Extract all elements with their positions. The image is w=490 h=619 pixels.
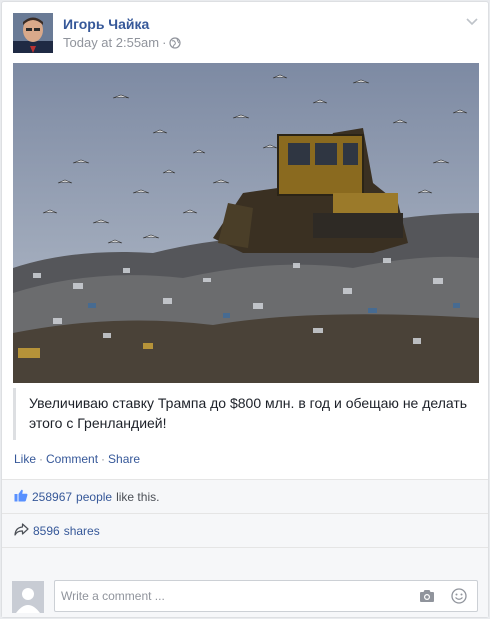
comment-box [54, 580, 478, 612]
likes-suffix: like this. [116, 490, 160, 504]
like-link[interactable]: Like [14, 452, 36, 466]
shares-section: 8596 shares [2, 513, 488, 547]
camera-icon[interactable] [419, 589, 435, 603]
timestamp[interactable]: Today at 2:55am [63, 35, 159, 50]
post-text: Увеличиваю ставку Трампа до $800 млн. в … [13, 388, 479, 440]
comment-input[interactable] [61, 581, 401, 611]
likes-section: 258967 people like this. [2, 479, 488, 513]
meta-separator: · [162, 35, 167, 50]
shares-label[interactable]: shares [64, 524, 100, 538]
post-photo[interactable] [13, 63, 479, 383]
globe-icon[interactable] [169, 36, 182, 49]
comment-section [2, 547, 488, 617]
commenter-avatar [12, 581, 44, 613]
thumbs-up-icon [14, 489, 28, 505]
likes-people[interactable]: people [76, 490, 112, 504]
share-link[interactable]: Share [108, 452, 140, 466]
post-meta: Today at 2:55am · [63, 35, 182, 50]
comment-link[interactable]: Comment [46, 452, 98, 466]
action-separator: · [101, 452, 106, 466]
post-actions: Like · Comment · Share [14, 452, 140, 466]
shares-count[interactable]: 8596 [33, 524, 60, 538]
share-arrow-icon [14, 523, 29, 539]
author-avatar[interactable] [13, 13, 53, 53]
author-name[interactable]: Игорь Чайка [63, 16, 149, 32]
post-header: Игорь Чайка Today at 2:55am · [13, 13, 479, 57]
likes-count[interactable]: 258967 [32, 490, 72, 504]
smile-icon[interactable] [451, 588, 467, 604]
chevron-down-icon[interactable] [465, 15, 479, 29]
post-card: Игорь Чайка Today at 2:55am · Увеличиваю… [1, 1, 489, 618]
action-separator: · [39, 452, 44, 466]
